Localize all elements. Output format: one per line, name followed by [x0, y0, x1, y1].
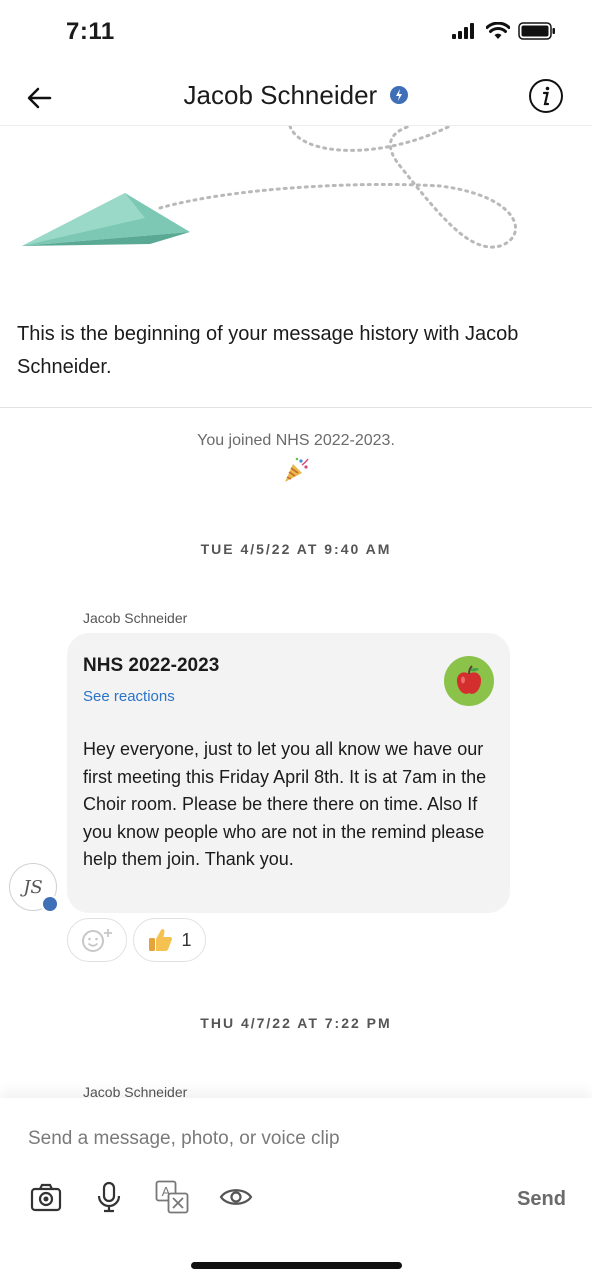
chat-header: Jacob Schneider — [0, 64, 592, 126]
group-avatar — [444, 656, 494, 706]
eye-icon — [219, 1189, 253, 1205]
signal-icon — [452, 23, 474, 39]
avatar-initials: JS — [23, 876, 43, 898]
paper-plane-illustration — [0, 124, 592, 286]
verified-badge-icon — [41, 895, 59, 913]
date-separator: TUE 4/5/22 AT 9:40 AM — [200, 541, 392, 557]
wifi-icon — [486, 22, 510, 39]
message-body: Hey everyone, just to let you all know w… — [83, 739, 487, 869]
reaction-thumbs-up[interactable]: 1 — [133, 918, 206, 962]
camera-icon — [30, 1183, 62, 1212]
status-icons — [452, 22, 556, 40]
info-button[interactable] — [528, 78, 564, 114]
camera-button[interactable] — [29, 1180, 63, 1214]
info-icon — [529, 79, 563, 113]
thumbs-up-icon — [149, 929, 173, 951]
status-bar: 7:11 — [0, 0, 592, 64]
joined-notice: You joined NHS 2022-2023. — [197, 432, 395, 449]
verified-badge-icon — [390, 86, 409, 105]
translate-icon: A — [155, 1180, 189, 1214]
battery-icon — [518, 22, 555, 40]
send-button[interactable]: Send — [517, 1188, 566, 1211]
contact-name: Jacob Schneider — [183, 80, 378, 110]
preview-button[interactable] — [219, 1180, 253, 1214]
history-intro-text: This is the beginning of your message hi… — [17, 323, 519, 378]
message-bubble[interactable]: NHS 2022-2023 See reactions Hey everyone… — [67, 633, 510, 913]
microphone-icon — [97, 1181, 121, 1213]
message-composer: A Send — [0, 1098, 592, 1280]
message-sender: Jacob Schneider — [83, 610, 188, 626]
see-reactions-link[interactable]: See reactions — [83, 688, 175, 705]
page-title: Jacob Schneider — [0, 80, 592, 111]
party-popper-icon — [282, 456, 310, 484]
add-reaction-button[interactable] — [67, 918, 127, 962]
paper-plane-icon — [22, 124, 517, 249]
message-group-title: NHS 2022-2023 — [83, 655, 220, 676]
reaction-count: 1 — [181, 929, 192, 950]
translate-button[interactable]: A — [155, 1180, 189, 1214]
apple-icon — [456, 665, 482, 694]
status-time: 7:11 — [66, 18, 115, 45]
add-emoji-icon — [82, 929, 112, 952]
date-separator: THU 4/7/22 AT 7:22 PM — [200, 1015, 392, 1031]
divider — [0, 407, 592, 408]
home-indicator — [191, 1262, 402, 1269]
message-input[interactable] — [28, 1124, 548, 1154]
voice-clip-button[interactable] — [92, 1180, 126, 1214]
